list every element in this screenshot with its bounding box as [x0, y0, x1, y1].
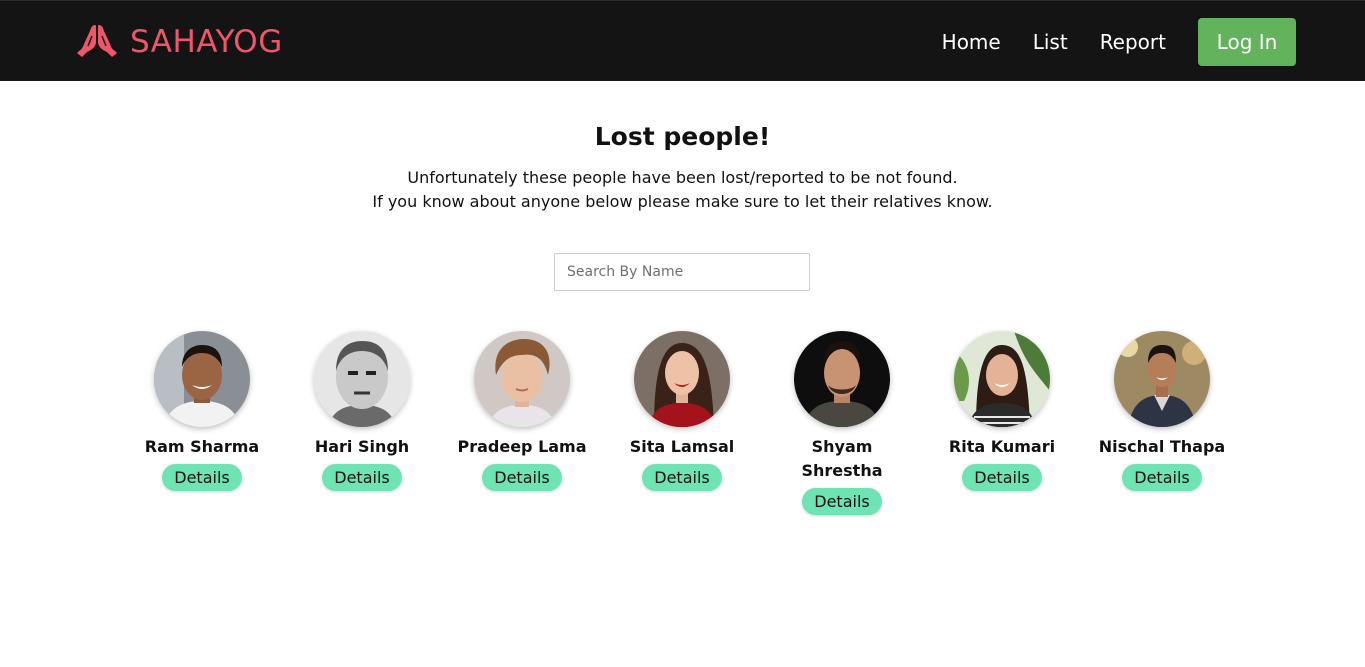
person-name: Shyam Shrestha: [801, 437, 883, 480]
details-button[interactable]: Details: [802, 488, 882, 515]
details-button[interactable]: Details: [962, 464, 1042, 491]
person-card: Ram Sharma Details: [122, 331, 282, 515]
avatar[interactable]: [474, 331, 570, 427]
avatar[interactable]: [794, 331, 890, 427]
nav-link-report[interactable]: Report: [1100, 30, 1166, 54]
person-card: Nischal Thapa Details: [1082, 331, 1242, 515]
people-list: Ram Sharma Details Hari Singh Details Pr…: [122, 331, 1242, 515]
avatar[interactable]: [634, 331, 730, 427]
details-button[interactable]: Details: [642, 464, 722, 491]
avatar[interactable]: [954, 331, 1050, 427]
person-card: Sita Lamsal Details: [602, 331, 762, 515]
person-name: Pradeep Lama: [457, 437, 587, 456]
avatar[interactable]: [314, 331, 410, 427]
details-button[interactable]: Details: [322, 464, 402, 491]
details-button[interactable]: Details: [162, 464, 242, 491]
subtitle-line-1: Unfortunately these people have been los…: [407, 168, 958, 187]
person-name: Sita Lamsal: [629, 437, 735, 456]
folded-hands-icon: [76, 22, 118, 62]
avatar[interactable]: [154, 331, 250, 427]
avatar[interactable]: [1114, 331, 1210, 427]
search-input[interactable]: [554, 253, 810, 291]
person-name: Rita Kumari: [948, 437, 1056, 456]
subtitle-line-2: If you know about anyone below please ma…: [372, 192, 993, 211]
brand-name: SAHAYOG: [130, 24, 283, 60]
details-button[interactable]: Details: [1122, 464, 1202, 491]
person-card: Pradeep Lama Details: [442, 331, 602, 515]
person-card: Hari Singh Details: [282, 331, 442, 515]
person-name: Nischal Thapa: [1098, 437, 1226, 456]
person-card: Rita Kumari Details: [922, 331, 1082, 515]
brand[interactable]: SAHAYOG: [76, 23, 283, 61]
nav-link-home[interactable]: Home: [942, 30, 1001, 54]
login-button[interactable]: Log In: [1198, 18, 1296, 66]
person-name: Ram Sharma: [144, 437, 260, 456]
nav-link-list[interactable]: List: [1033, 30, 1068, 54]
details-button[interactable]: Details: [482, 464, 562, 491]
page-title: Lost people!: [594, 122, 771, 151]
person-name: Hari Singh: [314, 437, 410, 456]
person-card: Shyam Shrestha Details: [762, 331, 922, 515]
navbar: SAHAYOG Home List Report Log In: [0, 0, 1365, 81]
nav-links: Home List Report Log In: [942, 18, 1296, 66]
